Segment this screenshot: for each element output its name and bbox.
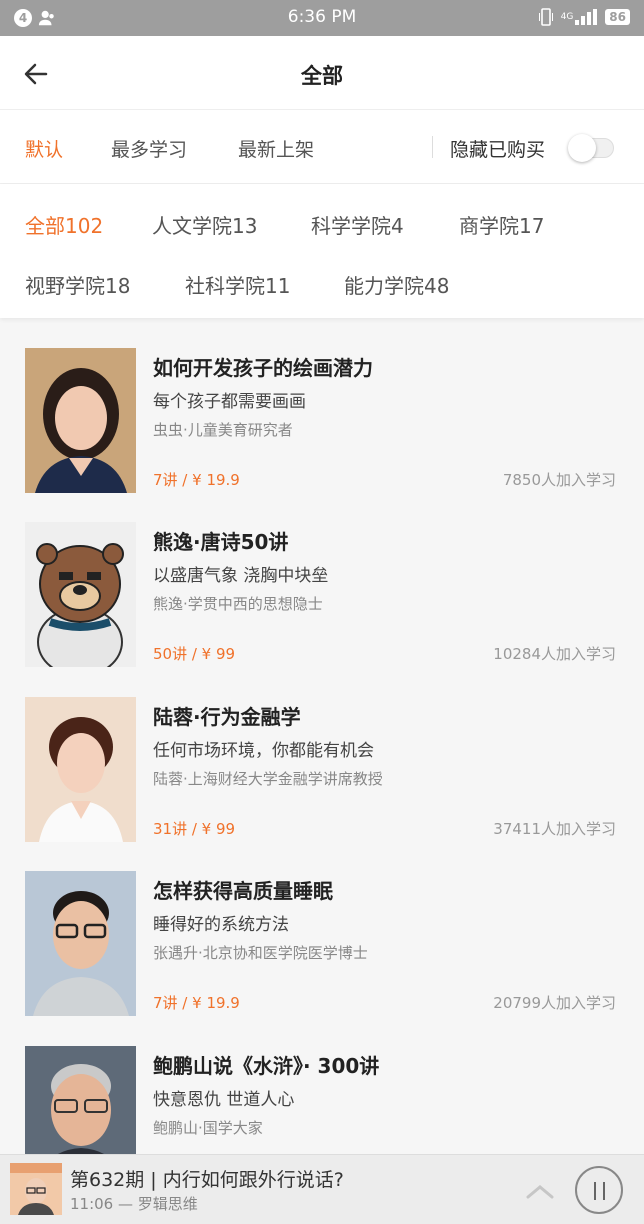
network-label: 4G xyxy=(560,12,574,22)
category-business[interactable]: 商学院17 xyxy=(459,210,544,239)
sort-divider xyxy=(432,136,433,158)
toggle-knob[interactable] xyxy=(568,134,596,162)
course-author: 熊逸·学贯中西的思想隐士 xyxy=(153,595,323,613)
category-social-science[interactable]: 社科学院11 xyxy=(185,270,290,299)
course-learners: 7850人加入学习 xyxy=(502,471,616,489)
signal-icon xyxy=(575,9,598,25)
pause-button[interactable] xyxy=(575,1166,623,1214)
course-title: 如何开发孩子的绘画潜力 xyxy=(153,356,373,380)
sort-bar: 默认 最多学习 最新上架 隐藏已购买 xyxy=(0,110,644,184)
course-subtitle: 任何市场环境，你都能有机会 xyxy=(153,741,374,761)
author-portrait-icon xyxy=(25,348,136,493)
course-author: 陆蓉·上海财经大学金融学讲席教授 xyxy=(153,770,383,788)
course-learners: 10284人加入学习 xyxy=(493,645,616,663)
course-learners: 37411人加入学习 xyxy=(493,820,616,838)
course-title: 怎样获得高质量睡眠 xyxy=(153,879,333,903)
course-thumbnail xyxy=(25,348,136,493)
course-item[interactable]: 如何开发孩子的绘画潜力 每个孩子都需要画画 虫虫·儿童美育研究者 7讲 / ¥ … xyxy=(0,348,644,522)
battery-level: 86 xyxy=(605,9,630,25)
page-title: 全部 xyxy=(301,64,343,88)
course-item[interactable]: 陆蓉·行为金融学 任何市场环境，你都能有机会 陆蓉·上海财经大学金融学讲席教授 … xyxy=(0,697,644,871)
category-all[interactable]: 全部102 xyxy=(25,210,103,239)
course-subtitle: 睡得好的系统方法 xyxy=(153,915,289,935)
course-item[interactable]: 怎样获得高质量睡眠 睡得好的系统方法 张遇升·北京协和医学院医学博士 7讲 / … xyxy=(0,871,644,1045)
player-thumbnail xyxy=(10,1163,62,1215)
navigation-header: 全部 xyxy=(0,36,644,110)
sort-default[interactable]: 默认 xyxy=(25,135,63,162)
category-science[interactable]: 科学学院4 xyxy=(311,210,404,239)
course-thumbnail xyxy=(25,871,136,1016)
pause-bar-right xyxy=(603,1182,605,1200)
course-subtitle: 以盛唐气象 浇胸中块垒 xyxy=(153,566,329,586)
course-thumbnail xyxy=(25,1046,136,1154)
course-subtitle: 每个孩子都需要画画 xyxy=(153,392,306,412)
sort-most-studied[interactable]: 最多学习 xyxy=(111,135,187,162)
pause-bar-left xyxy=(594,1182,596,1200)
course-title: 鲍鹏山说《水浒》· 300讲 xyxy=(153,1054,380,1078)
course-price: 31讲 / ¥ 99 xyxy=(153,820,236,838)
course-price: 50讲 / ¥ 99 xyxy=(153,645,236,663)
category-filter: 全部102 人文学院13 科学学院4 商学院17 视野学院18 社科学院11 能… xyxy=(0,184,644,318)
mini-player[interactable]: 第632期 | 内行如何跟外行说话? 11:06 — 罗辑思维 xyxy=(0,1154,644,1224)
course-price: 7讲 / ¥ 19.9 xyxy=(153,471,240,489)
chevron-up-icon[interactable] xyxy=(524,1175,556,1207)
bear-illustration-icon xyxy=(25,522,136,667)
hide-purchased-label: 隐藏已购买 xyxy=(450,139,546,161)
course-learners: 20799人加入学习 xyxy=(493,994,616,1012)
sort-newest[interactable]: 最新上架 xyxy=(238,135,314,162)
status-bar: 4 6:36 PM 4G 86 xyxy=(0,0,644,36)
category-humanities[interactable]: 人文学院13 xyxy=(152,210,257,239)
player-title: 第632期 | 内行如何跟外行说话? xyxy=(70,1169,344,1191)
course-thumbnail xyxy=(25,697,136,842)
course-title: 陆蓉·行为金融学 xyxy=(153,705,301,729)
course-author: 虫虫·儿童美育研究者 xyxy=(153,421,293,439)
course-price: 7讲 / ¥ 19.9 xyxy=(153,994,240,1012)
vibrate-icon xyxy=(538,8,553,26)
course-item[interactable]: 熊逸·唐诗50讲 以盛唐气象 浇胸中块垒 熊逸·学贯中西的思想隐士 50讲 / … xyxy=(0,522,644,696)
author-portrait-icon xyxy=(25,1046,136,1154)
course-title: 熊逸·唐诗50讲 xyxy=(153,530,289,554)
podcast-cover-icon xyxy=(10,1163,62,1215)
category-vision[interactable]: 视野学院18 xyxy=(25,270,130,299)
player-meta: 11:06 — 罗辑思维 xyxy=(70,1195,198,1213)
course-author: 鲍鹏山·国学大家 xyxy=(153,1119,263,1137)
course-thumbnail xyxy=(25,522,136,667)
author-portrait-icon xyxy=(25,871,136,1016)
course-subtitle: 快意恩仇 世道人心 xyxy=(153,1090,295,1110)
course-item[interactable]: 鲍鹏山说《水浒》· 300讲 快意恩仇 世道人心 鲍鹏山·国学大家 xyxy=(0,1046,644,1154)
status-right: 4G 86 xyxy=(538,8,630,26)
course-author: 张遇升·北京协和医学院医学博士 xyxy=(153,944,368,962)
author-portrait-icon xyxy=(25,697,136,842)
category-ability[interactable]: 能力学院48 xyxy=(344,270,449,299)
